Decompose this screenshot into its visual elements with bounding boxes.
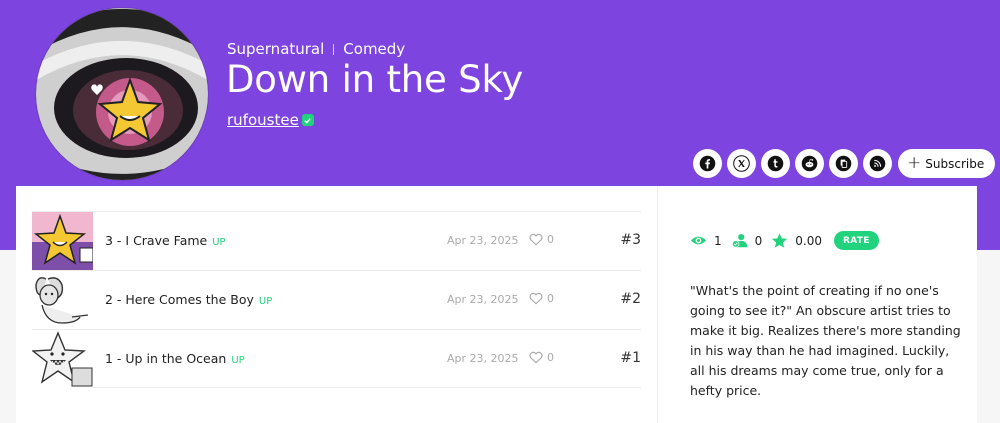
episode-likes: 0 (529, 351, 554, 364)
plus-icon: + (907, 153, 922, 173)
episode-list: 3 - I Crave Fame UP Apr 23, 2025 0 #3 2 -… (32, 211, 641, 388)
series-cover-image (36, 8, 208, 180)
series-stats: 1 0 0.00 RATE (690, 231, 879, 250)
tumblr-share-button[interactable] (761, 149, 790, 178)
episode-number: #2 (620, 291, 641, 307)
subscribers-stat: 0 (731, 232, 763, 249)
episode-title-text[interactable]: 3 - I Crave Fame (105, 233, 207, 248)
star-icon (772, 233, 788, 248)
episode-number: #1 (620, 350, 641, 366)
subscribers-icon (731, 234, 747, 248)
episode-title-text[interactable]: 1 - Up in the Ocean (105, 351, 226, 366)
rss-feed-button[interactable] (863, 149, 892, 178)
x-share-button[interactable] (727, 149, 756, 178)
subscribe-button[interactable]: + Subscribe (898, 149, 996, 178)
share-bar: + Subscribe (693, 149, 996, 178)
reddit-share-button[interactable] (795, 149, 824, 178)
author-name[interactable]: rufoustee (227, 111, 299, 129)
episode-thumbnail[interactable] (32, 271, 93, 329)
like-count: 0 (547, 351, 554, 364)
episode-likes: 0 (529, 292, 554, 305)
heart-icon (529, 292, 543, 305)
episode-likes: 0 (529, 233, 554, 246)
views-stat: 1 (690, 232, 722, 249)
eye-icon (690, 236, 707, 245)
up-badge: UP (231, 355, 245, 366)
episode-title[interactable]: 2 - Here Comes the Boy UP (105, 292, 272, 307)
genre-supernatural[interactable]: Supernatural (227, 40, 324, 58)
reddit-icon (801, 155, 818, 172)
episode-title[interactable]: 1 - Up in the Ocean UP (105, 351, 245, 366)
up-badge: UP (258, 296, 273, 307)
up-badge: UP (212, 237, 226, 248)
subscribers-count: 0 (754, 233, 763, 248)
rss-icon (869, 155, 886, 172)
views-count: 1 (714, 233, 722, 248)
x-icon (733, 155, 750, 172)
copy-link-button[interactable] (829, 149, 858, 178)
heart-icon (529, 351, 543, 364)
episode-number: #3 (620, 232, 641, 248)
verified-badge-icon (301, 114, 314, 126)
genre-comedy[interactable]: Comedy (343, 40, 405, 58)
facebook-share-button[interactable] (693, 149, 722, 178)
like-count: 0 (547, 292, 554, 305)
like-count: 0 (547, 233, 554, 246)
episode-row[interactable]: 3 - I Crave Fame UP Apr 23, 2025 0 #3 (32, 211, 641, 270)
subscribe-label: Subscribe (925, 156, 985, 171)
episode-row[interactable]: 2 - Here Comes the Boy UP Apr 23, 2025 0 … (32, 270, 641, 329)
rate-button[interactable]: RATE (834, 231, 879, 250)
genre-separator (333, 43, 335, 55)
episode-title-text[interactable]: 2 - Here Comes the Boy (105, 292, 254, 307)
episode-date: Apr 23, 2025 (447, 293, 519, 306)
episode-row[interactable]: 1 - Up in the Ocean UP Apr 23, 2025 0 #1 (32, 329, 641, 388)
episode-thumbnail[interactable] (32, 212, 93, 270)
episode-date: Apr 23, 2025 (447, 352, 519, 365)
author-link[interactable]: rufoustee (227, 111, 314, 129)
tumblr-icon (767, 155, 784, 172)
facebook-icon (699, 155, 716, 172)
heart-icon (529, 233, 543, 246)
episode-date: Apr 23, 2025 (447, 234, 519, 247)
series-description: "What's the point of creating if no one'… (690, 283, 961, 398)
copy-link-icon (835, 155, 852, 172)
rating-value: 0.00 (795, 233, 822, 248)
episode-title[interactable]: 3 - I Crave Fame UP (105, 233, 226, 248)
episode-thumbnail[interactable] (32, 330, 93, 388)
series-title: Down in the Sky (226, 58, 524, 101)
rating-stat: 0.00 (771, 232, 822, 249)
column-divider (657, 186, 658, 423)
genre-list: Supernatural Comedy (227, 40, 405, 58)
